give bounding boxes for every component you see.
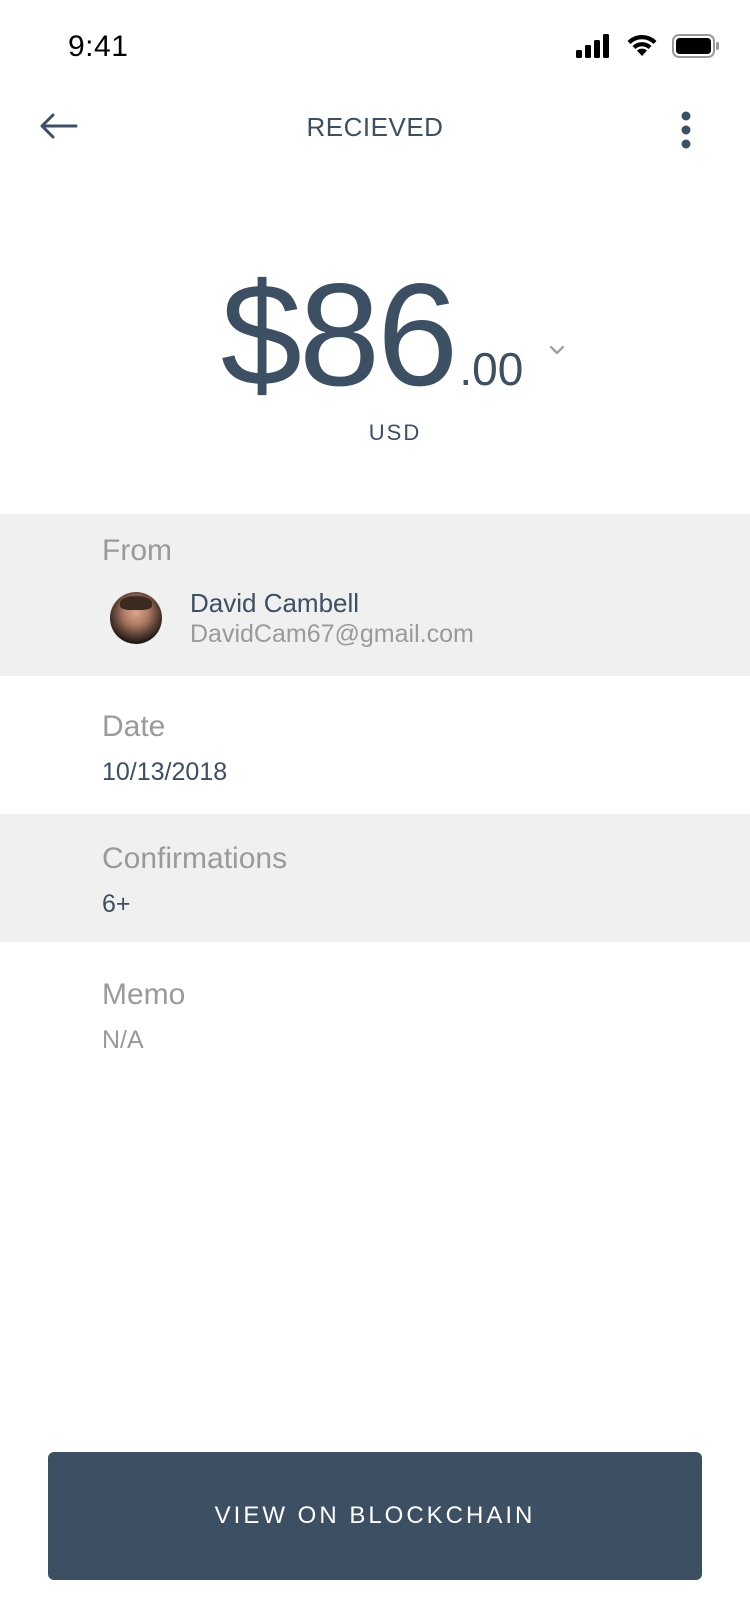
currency-toggle[interactable]	[549, 342, 565, 360]
chevron-down-icon	[549, 342, 565, 359]
date-value: 10/13/2018	[102, 758, 228, 786]
sender-name: David Cambell	[190, 588, 360, 618]
avatar	[110, 592, 162, 644]
status-time: 9:41	[68, 30, 129, 63]
confirmations-value: 6+	[102, 890, 131, 918]
from-label: From	[102, 534, 172, 567]
battery-icon	[672, 33, 720, 63]
view-on-blockchain-button[interactable]: VIEW ON BLOCKCHAIN	[48, 1452, 702, 1580]
date-label: Date	[102, 710, 166, 743]
confirmations-row: Confirmations 6+	[0, 814, 750, 942]
signal-icon	[576, 33, 612, 63]
memo-row: Memo N/A	[0, 942, 750, 1082]
amount-cents: .00	[459, 343, 524, 395]
page-title: RECIEVED	[306, 112, 444, 142]
amount-display: $86 .00	[0, 262, 750, 408]
more-options-button[interactable]	[666, 104, 706, 160]
memo-label: Memo	[102, 978, 186, 1011]
status-icons	[576, 30, 720, 66]
date-row: Date 10/13/2018	[0, 676, 750, 814]
status-bar: 9:41	[0, 0, 750, 96]
confirmations-label: Confirmations	[102, 842, 288, 875]
more-vertical-icon	[680, 110, 692, 155]
from-row[interactable]: From David Cambell DavidCam67@gmail.com	[0, 514, 750, 676]
currency-label: USD	[368, 420, 422, 445]
amount-value: $86	[220, 253, 459, 416]
memo-value: N/A	[102, 1026, 144, 1054]
wifi-icon	[626, 34, 658, 63]
sender-email: DavidCam67@gmail.com	[190, 620, 474, 648]
